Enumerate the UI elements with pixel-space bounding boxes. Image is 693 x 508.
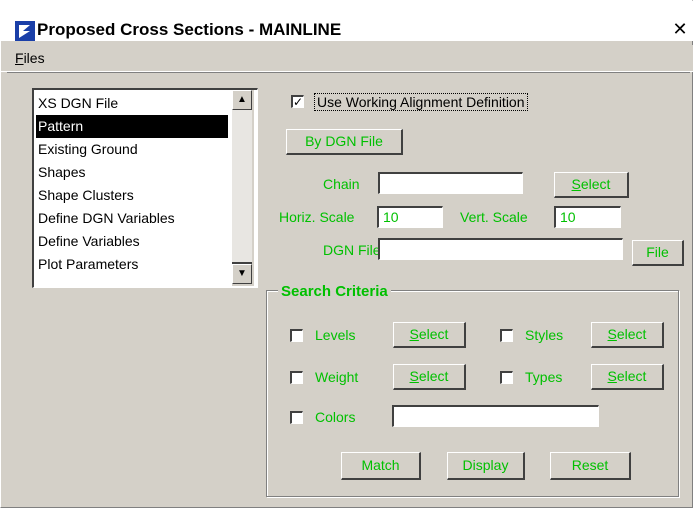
scroll-down-icon[interactable]: ▼ [232, 264, 252, 284]
horiz-scale-field[interactable]: 10 [377, 206, 443, 228]
types-label: Types [525, 369, 563, 385]
list-item-define-variables[interactable]: Define Variables [36, 230, 228, 253]
types-checkbox[interactable] [500, 371, 513, 384]
proposed-cross-sections-dialog: Proposed Cross Sections - MAINLINE ✕ Fil… [0, 0, 693, 508]
file-browse-button[interactable]: File [632, 240, 684, 266]
weight-checkbox[interactable] [290, 371, 303, 384]
list-item-existing-ground[interactable]: Existing Ground [36, 138, 228, 161]
title-bar: Proposed Cross Sections - MAINLINE ✕ [1, 1, 693, 41]
chain-field[interactable] [378, 172, 523, 194]
app-logo-icon [15, 21, 35, 41]
list-item-shape-clusters[interactable]: Shape Clusters [36, 184, 228, 207]
by-dgn-file-button[interactable]: By DGN File [286, 129, 403, 155]
chain-select-button[interactable]: Select [554, 172, 629, 198]
list-item-shapes[interactable]: Shapes [36, 161, 228, 184]
list-scrollbar[interactable]: ▲ ▼ [232, 90, 254, 286]
dgn-file-label: DGN File [323, 242, 381, 258]
styles-checkbox[interactable] [500, 329, 513, 342]
vert-scale-label: Vert. Scale [460, 209, 528, 225]
styles-select-button[interactable]: Select [591, 322, 664, 348]
section-list-items: XS DGN File Pattern Existing Ground Shapes S… [36, 92, 228, 276]
use-working-alignment-label: Use Working Alignment Definition [314, 93, 528, 111]
styles-label: Styles [525, 327, 564, 343]
colors-checkbox[interactable] [290, 411, 303, 424]
colors-label: Colors [315, 409, 356, 425]
menu-divider [7, 72, 690, 73]
vert-scale-field[interactable]: 10 [554, 206, 621, 228]
match-button[interactable]: Match [341, 452, 421, 480]
levels-select-button[interactable]: Select [393, 322, 466, 348]
window-title: Proposed Cross Sections - MAINLINE [37, 20, 342, 39]
weight-select-button[interactable]: Select [393, 364, 466, 390]
scroll-up-icon[interactable]: ▲ [232, 90, 252, 110]
list-item-pattern[interactable]: Pattern [36, 115, 228, 138]
list-item-xs-dgn-file[interactable]: XS DGN File [36, 92, 228, 115]
list-item-plot-parameters[interactable]: Plot Parameters [36, 253, 228, 276]
close-button[interactable]: ✕ [671, 19, 689, 39]
use-working-alignment-checkbox[interactable]: ✓ [291, 95, 304, 108]
list-item-define-dgn-variables[interactable]: Define DGN Variables [36, 207, 228, 230]
levels-label: Levels [315, 327, 356, 343]
scroll-track[interactable] [232, 110, 252, 262]
display-button[interactable]: Display [447, 452, 525, 480]
weight-label: Weight [315, 369, 359, 385]
menu-files[interactable]: Files [15, 50, 45, 66]
levels-checkbox[interactable] [290, 329, 303, 342]
chain-label: Chain [323, 176, 360, 192]
reset-button[interactable]: Reset [550, 452, 631, 480]
horiz-scale-label: Horiz. Scale [279, 209, 355, 225]
section-list[interactable]: XS DGN File Pattern Existing Ground Shapes S… [32, 88, 258, 288]
menu-bar: Files [1, 45, 693, 72]
search-criteria-title: Search Criteria [278, 283, 391, 300]
dgn-file-field[interactable] [378, 238, 623, 260]
colors-field[interactable] [392, 405, 599, 427]
types-select-button[interactable]: Select [591, 364, 664, 390]
